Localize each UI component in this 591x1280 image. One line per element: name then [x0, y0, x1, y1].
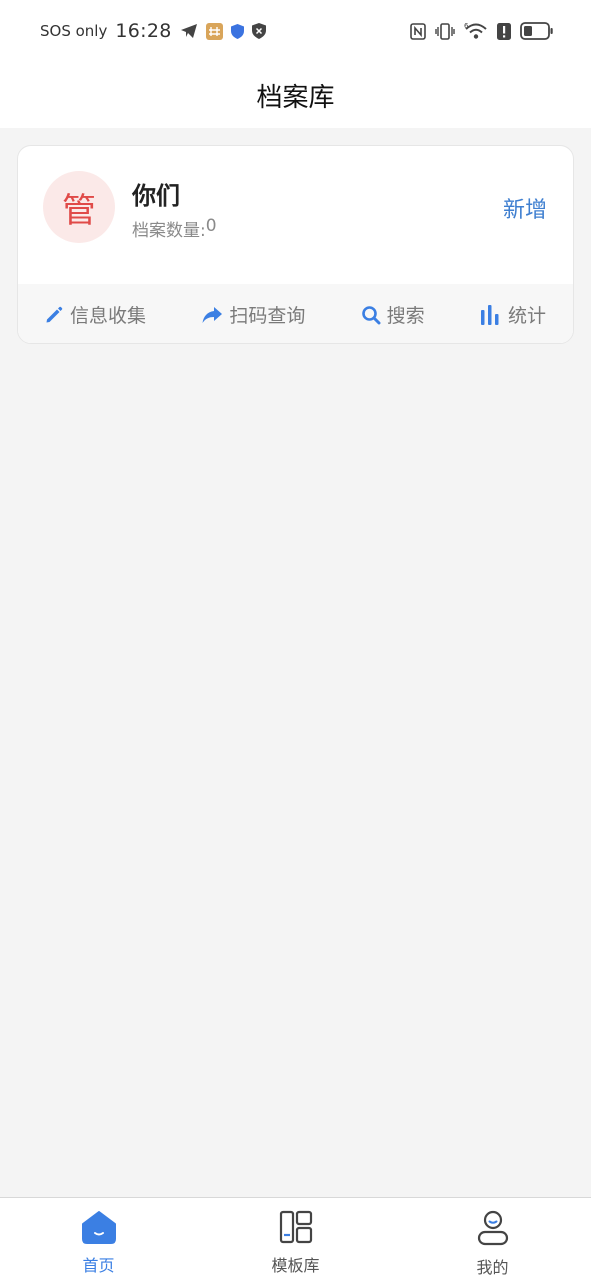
page-title: 档案库 — [256, 82, 335, 113]
search-label: 搜索 — [386, 305, 425, 327]
nfc-icon — [410, 22, 426, 40]
status-left: SOS only 16:28 — [40, 20, 266, 42]
archive-count: 档案数量: 0 — [132, 216, 217, 241]
group-name: 你们 — [132, 182, 180, 210]
shield-icon — [230, 23, 244, 39]
carrier-label: SOS only — [40, 22, 108, 40]
tab-mine-label: 我的 — [476, 1258, 509, 1277]
info-collect-label: 信息收集 — [70, 305, 147, 327]
status-bar: SOS only 16:28 6 — [0, 0, 591, 62]
statistics-button[interactable]: 统计 — [480, 301, 546, 328]
info-collect-button[interactable]: 信息收集 — [44, 301, 146, 328]
tab-templates-label: 模板库 — [271, 1256, 320, 1275]
app-notification-icon — [205, 22, 223, 40]
search-icon — [361, 305, 381, 325]
clock: 16:28 — [115, 20, 172, 42]
search-button[interactable]: 搜索 — [361, 301, 425, 328]
pencil-icon — [44, 305, 64, 325]
archive-count-value: 0 — [205, 216, 217, 236]
alert-icon — [497, 22, 511, 40]
home-icon — [81, 1210, 117, 1248]
vpn-shield-icon — [251, 23, 266, 39]
user-icon — [476, 1210, 510, 1250]
add-button[interactable]: 新增 — [503, 192, 547, 224]
tab-home-label: 首页 — [82, 1256, 115, 1275]
vibrate-icon — [435, 22, 455, 40]
telegram-icon — [180, 23, 198, 39]
status-right: 6 — [410, 22, 553, 40]
tab-mine[interactable]: 我的 — [418, 1198, 568, 1278]
archive-group-card[interactable]: 管 你们 档案数量: 0 新增 信息收集 扫码查询 搜索 统计 — [17, 145, 574, 344]
battery-icon — [520, 22, 553, 40]
template-icon — [279, 1210, 313, 1248]
nav-header: 档案库 — [0, 62, 591, 128]
tab-home[interactable]: 首页 — [24, 1198, 174, 1276]
avatar: 管 — [43, 171, 115, 243]
bottom-tab-bar: 首页 模板库 我的 — [0, 1197, 591, 1280]
statistics-label: 统计 — [507, 305, 546, 327]
card-action-bar: 信息收集 扫码查询 搜索 统计 — [18, 284, 573, 343]
card-header: 管 你们 档案数量: 0 新增 — [18, 146, 573, 284]
archive-count-label: 档案数量: — [132, 221, 206, 241]
bar-chart-icon — [480, 304, 502, 325]
wifi-icon: 6 — [464, 22, 488, 40]
tab-templates[interactable]: 模板库 — [221, 1198, 371, 1276]
scan-query-button[interactable]: 扫码查询 — [201, 301, 305, 328]
svg-text:6: 6 — [464, 22, 469, 30]
share-arrow-icon — [201, 305, 223, 325]
scan-query-label: 扫码查询 — [229, 305, 306, 327]
